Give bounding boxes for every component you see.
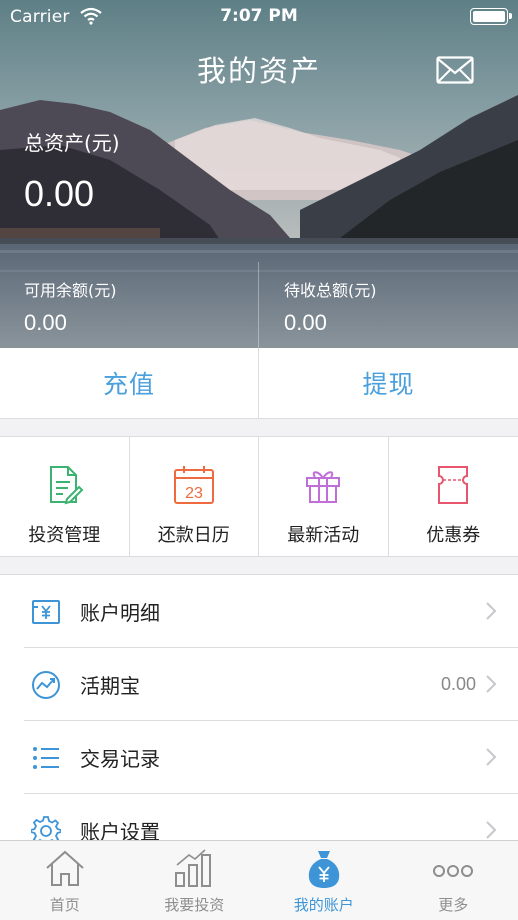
tab-label: 我的账户 bbox=[293, 896, 354, 914]
grid-item-latest-activities[interactable]: 最新活动 bbox=[259, 437, 389, 556]
mail-icon[interactable] bbox=[436, 56, 474, 84]
calendar-icon: 23 bbox=[173, 466, 214, 504]
tab-label: 首页 bbox=[49, 896, 80, 914]
feature-grid: 投资管理 23 还款日历 最新活动 优惠券 bbox=[0, 436, 518, 557]
list-item-label: 活期宝 bbox=[80, 674, 140, 698]
total-assets-value: 0.00 bbox=[24, 173, 95, 214]
action-bar: 充值 提现 bbox=[0, 348, 518, 419]
gear-icon bbox=[31, 816, 61, 840]
money-bag-icon bbox=[308, 851, 339, 888]
tab-label: 我要投资 bbox=[164, 896, 225, 914]
tab-bar: 首页 我要投资 我的账户 更多 bbox=[0, 840, 518, 920]
withdraw-button[interactable]: 提现 bbox=[259, 348, 518, 418]
chevron-right-icon bbox=[486, 748, 497, 766]
trend-chart-icon bbox=[32, 671, 60, 699]
list-item-account-details[interactable]: 账户明细 bbox=[0, 575, 518, 648]
pending-amount-value: 0.00 bbox=[284, 310, 327, 335]
available-balance-value: 0.00 bbox=[24, 310, 67, 335]
tab-home[interactable]: 首页 bbox=[0, 841, 130, 920]
current-treasure-value: 0.00 bbox=[440, 674, 476, 694]
battery-icon bbox=[470, 8, 512, 25]
grid-item-label: 还款日历 bbox=[157, 525, 230, 546]
list-item-account-settings[interactable]: 账户设置 bbox=[0, 794, 518, 840]
available-balance-label: 可用余额(元) bbox=[24, 281, 117, 300]
recharge-button[interactable]: 充值 bbox=[0, 348, 259, 418]
total-assets-label: 总资产(元) bbox=[24, 131, 120, 155]
list-item-label: 账户明细 bbox=[80, 601, 160, 625]
grid-item-label: 投资管理 bbox=[28, 525, 101, 546]
tab-label: 更多 bbox=[438, 896, 469, 914]
document-edit-icon bbox=[50, 466, 84, 505]
calendar-day: 23 bbox=[185, 485, 203, 502]
grid-item-investment-management[interactable]: 投资管理 bbox=[0, 437, 130, 556]
grid-item-coupons[interactable]: 优惠券 bbox=[389, 437, 518, 556]
summary-divider bbox=[258, 262, 259, 348]
chevron-right-icon bbox=[486, 821, 497, 839]
list-item-current-treasure[interactable]: 活期宝 0.00 bbox=[0, 648, 518, 721]
list-item-transaction-records[interactable]: 交易记录 bbox=[0, 721, 518, 794]
more-icon bbox=[433, 865, 474, 877]
chevron-right-icon bbox=[486, 675, 497, 693]
status-time: 7:07 PM bbox=[220, 6, 298, 26]
status-bar: Carrier 7:07 PM bbox=[0, 0, 518, 36]
tab-my-account[interactable]: 我的账户 bbox=[259, 841, 389, 920]
bar-chart-icon bbox=[175, 849, 212, 887]
grid-item-label: 最新活动 bbox=[287, 525, 360, 546]
asset-header: Carrier 7:07 PM 我的资产 总资产(元) 0.00 可用余额(元)… bbox=[0, 0, 518, 348]
grid-item-label: 优惠券 bbox=[426, 525, 481, 546]
gift-icon bbox=[306, 471, 341, 503]
list-item-label: 账户设置 bbox=[80, 820, 160, 840]
yen-card-icon bbox=[32, 600, 60, 624]
coupon-icon bbox=[438, 466, 469, 504]
grid-item-repayment-calendar[interactable]: 23 还款日历 bbox=[130, 437, 259, 556]
home-icon bbox=[46, 850, 84, 886]
list-icon bbox=[33, 747, 59, 769]
pending-amount-label: 待收总额(元) bbox=[284, 281, 377, 300]
chevron-right-icon bbox=[486, 602, 497, 620]
list-item-label: 交易记录 bbox=[80, 747, 160, 771]
tab-invest[interactable]: 我要投资 bbox=[130, 841, 260, 920]
account-menu-list: 账户明细 活期宝 0.00 交易记录 账户设置 bbox=[0, 574, 518, 840]
tab-more[interactable]: 更多 bbox=[389, 841, 518, 920]
